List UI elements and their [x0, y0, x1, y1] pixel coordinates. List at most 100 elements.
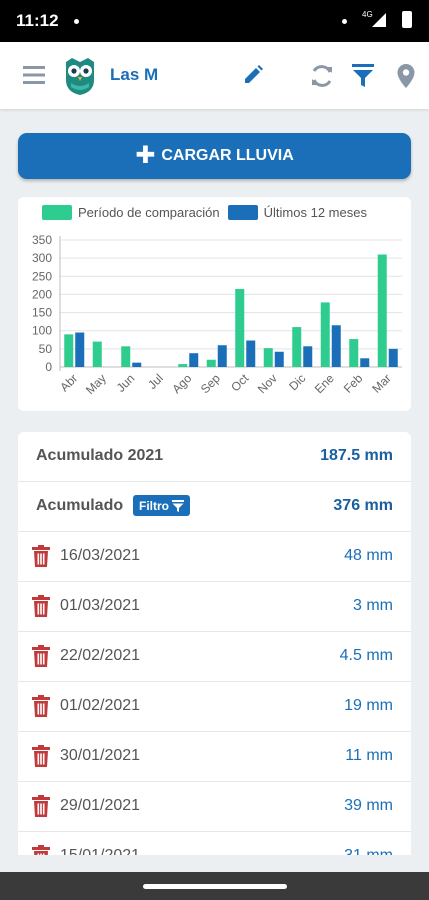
y-tick-label: 50 — [39, 342, 53, 356]
bar-last-12 — [274, 351, 284, 367]
x-tick-label: Jul — [145, 371, 166, 392]
record-date: 15/01/2021 — [60, 847, 140, 855]
x-tick-label: Sep — [198, 371, 223, 396]
record-row[interactable]: 30/01/2021 11 mm — [18, 732, 411, 782]
record-value: 39 mm — [344, 797, 393, 814]
record-value: 11 mm — [345, 747, 393, 764]
trash-icon[interactable] — [32, 545, 50, 567]
record-row[interactable]: 22/02/2021 4.5 mm — [18, 632, 411, 682]
bar-last-12 — [217, 345, 227, 367]
cargar-lluvia-label: CARGAR LLUVIA — [161, 147, 294, 164]
bar-comparison — [92, 341, 102, 367]
record-date: 29/01/2021 — [60, 797, 141, 814]
bar-comparison — [263, 348, 273, 367]
bar-comparison — [121, 346, 131, 367]
record-value: 3 mm — [353, 597, 393, 614]
location-icon[interactable] — [394, 62, 418, 90]
record-date: 01/02/2021 — [60, 697, 141, 714]
record-row[interactable]: 29/01/2021 39 mm — [18, 782, 411, 832]
x-tick-label: Abr — [57, 371, 80, 394]
bar-comparison — [64, 334, 74, 367]
x-tick-label: May — [83, 371, 109, 397]
app-title[interactable]: Las M — [110, 65, 158, 85]
record-date: 16/03/2021 — [60, 547, 141, 564]
bar-last-12 — [331, 325, 341, 367]
filtro-label: Filtro — [139, 498, 169, 513]
status-bar: 11:12 4G — [0, 0, 429, 42]
bar-last-12 — [132, 362, 142, 367]
y-tick-label: 250 — [32, 269, 52, 283]
record-value: 4.5 mm — [339, 647, 393, 664]
bar-last-12 — [388, 348, 398, 367]
notification-dot-icon — [74, 19, 79, 24]
bar-comparison — [292, 327, 302, 367]
record-value: 48 mm — [344, 547, 393, 564]
record-date: 30/01/2021 — [60, 747, 141, 764]
bar-comparison — [206, 359, 216, 367]
filter-icon[interactable] — [350, 62, 376, 90]
bar-last-12 — [246, 340, 256, 367]
bar-last-12 — [303, 346, 313, 367]
record-row[interactable]: 01/03/2021 3 mm — [18, 582, 411, 632]
trash-icon[interactable] — [32, 745, 50, 767]
menu-icon[interactable] — [22, 64, 46, 86]
owl-logo — [62, 56, 98, 96]
signal-icon — [372, 13, 386, 27]
trash-icon[interactable] — [32, 795, 50, 817]
y-tick-label: 0 — [45, 360, 52, 374]
filtro-badge[interactable]: Filtro — [133, 495, 190, 516]
refresh-icon[interactable] — [307, 61, 337, 91]
trash-icon[interactable] — [32, 845, 50, 855]
bar-comparison — [349, 339, 359, 367]
record-value: 19 mm — [344, 697, 393, 714]
record-row[interactable]: 01/02/2021 19 mm — [18, 682, 411, 732]
acumulado-filter-row: Acumulado Filtro 376 mm — [18, 482, 411, 532]
bar-last-12 — [75, 332, 85, 367]
bar-comparison — [320, 302, 330, 367]
y-tick-label: 200 — [32, 287, 52, 301]
bar-comparison — [178, 364, 188, 367]
x-tick-label: Jun — [114, 371, 138, 395]
acumulado-year-label: Acumulado 2021 — [36, 447, 164, 464]
bar-comparison — [377, 254, 387, 367]
y-tick-label: 300 — [32, 251, 52, 265]
edit-icon[interactable] — [240, 62, 266, 88]
rain-records-card: Acumulado 2021 187.5 mm Acumulado Filtro… — [18, 432, 411, 855]
record-row[interactable]: 15/01/2021 31 mm — [18, 832, 411, 855]
y-tick-label: 350 — [32, 233, 52, 247]
trash-icon[interactable] — [32, 645, 50, 667]
x-tick-label: Feb — [341, 371, 366, 396]
plus-icon: ✚ — [135, 142, 156, 169]
bar-last-12 — [360, 358, 370, 367]
bar-last-12 — [189, 353, 199, 367]
x-tick-label: Ene — [312, 371, 337, 396]
x-tick-label: Dic — [286, 371, 308, 393]
app-bar: Las M — [0, 42, 429, 109]
filter-icon — [172, 499, 184, 512]
notification-dot-icon — [342, 19, 347, 24]
record-row[interactable]: 16/03/2021 48 mm — [18, 532, 411, 582]
bar-comparison — [235, 288, 245, 367]
record-date: 01/03/2021 — [60, 597, 141, 614]
x-tick-label: Nov — [255, 371, 280, 396]
battery-icon — [402, 11, 412, 28]
x-tick-label: Oct — [228, 371, 252, 395]
home-gesture-handle[interactable] — [143, 884, 287, 889]
trash-icon[interactable] — [32, 595, 50, 617]
status-time: 11:12 — [16, 11, 59, 30]
acumulado-label: Acumulado — [36, 497, 124, 514]
y-tick-label: 100 — [32, 324, 52, 338]
rain-bar-chart: 0 50 100 150 200 250 300 350 Abr May Jun Jul Ago Sep O… — [32, 233, 402, 397]
system-nav-bar — [0, 872, 429, 900]
trash-icon[interactable] — [32, 695, 50, 717]
record-date: 22/02/2021 — [60, 647, 141, 664]
x-tick-label: Mar — [369, 371, 394, 396]
cargar-lluvia-button[interactable]: ✚ CARGAR LLUVIA — [18, 133, 411, 179]
acumulado-value: 376 mm — [333, 497, 393, 514]
record-value: 31 mm — [344, 847, 393, 855]
rain-chart-card: Período de comparación Últimos 12 meses … — [18, 197, 411, 411]
acumulado-year-value: 187.5 mm — [320, 447, 393, 464]
acumulado-year-row: Acumulado 2021 187.5 mm — [18, 432, 411, 482]
y-tick-label: 150 — [32, 306, 52, 320]
x-tick-label: Ago — [169, 371, 194, 396]
